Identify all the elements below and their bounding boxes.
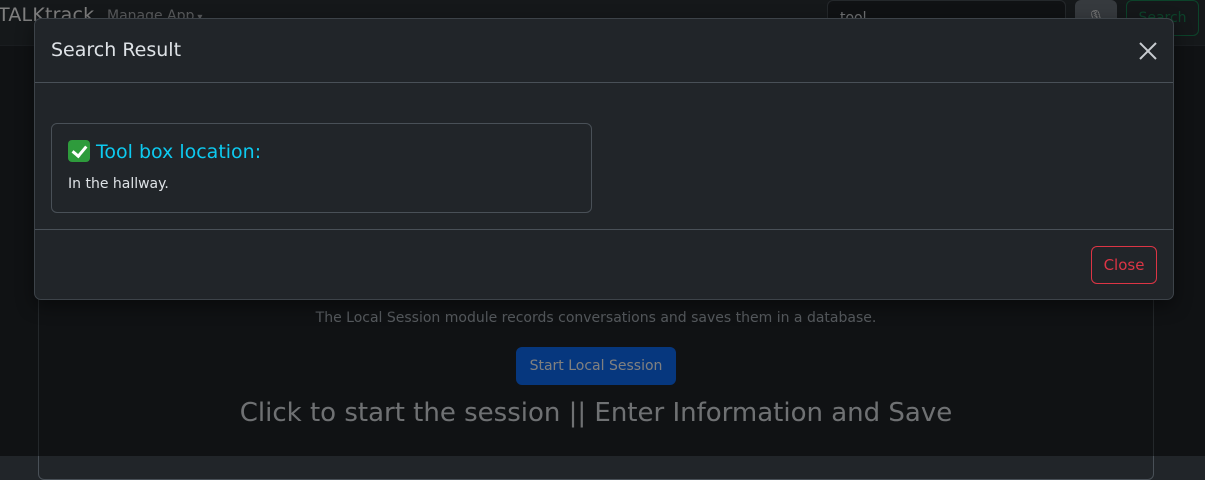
- modal-header: Search Result: [35, 19, 1173, 83]
- close-icon[interactable]: [1137, 40, 1159, 62]
- result-title: Tool box location:: [96, 141, 262, 163]
- modal-footer: Close: [35, 229, 1173, 301]
- modal-title: Search Result: [51, 39, 182, 61]
- close-button[interactable]: Close: [1091, 246, 1157, 284]
- result-title-row: Tool box location:: [68, 140, 261, 163]
- result-card: Tool box location: In the hallway.: [51, 123, 592, 213]
- search-result-modal: Search Result Tool box location: In the …: [34, 18, 1174, 300]
- check-mark-icon: [68, 140, 90, 162]
- result-text: In the hallway.: [68, 176, 169, 192]
- modal-body: Tool box location: In the hallway.: [35, 83, 1173, 229]
